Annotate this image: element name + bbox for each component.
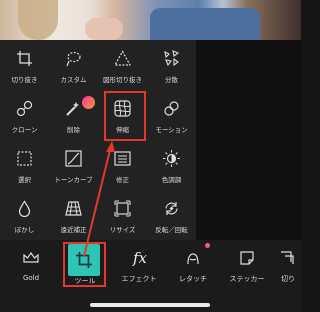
tool-shape-crop[interactable]: 図形切り抜き [98,44,147,94]
photo-hand [85,18,123,40]
new-badge-dot [205,243,210,248]
tool-blur[interactable]: ぼかし [0,194,49,244]
tool-label: 反転／回転 [155,226,188,234]
toolbar-label: レタッチ [179,275,207,283]
select-icon [17,151,32,166]
motion-icon [164,101,179,116]
flip-rotate-icon [165,202,178,215]
toolbar-effects[interactable]: fx エフェクト [111,240,167,292]
tool-scatter[interactable]: 分散 [147,44,196,94]
triangle-icon [113,50,132,66]
tool-tone[interactable]: 色調調 [147,144,196,194]
toolbar-gold[interactable]: Gold [3,240,59,292]
tool-label: 分散 [165,76,178,84]
eraser-icon [66,102,79,116]
toolbar-label: ステッカー [229,275,265,283]
premium-badge [82,96,95,109]
photo-hair [18,0,58,40]
adjust-icon [114,151,131,166]
tone-icon [163,150,180,167]
tool-crop[interactable]: 切り抜き [0,44,49,94]
retouch-icon [187,253,199,265]
tool-resize[interactable]: リサイズ [98,194,147,244]
tool-perspective[interactable]: 遠近補正 [49,194,98,244]
tool-select[interactable]: 選択 [0,144,49,194]
scatter-icon [164,50,180,67]
tool-custom[interactable]: カスタム [49,44,98,94]
toolbar-cutout[interactable]: 切り [273,240,301,292]
crown-icon [23,251,39,263]
crop-icon [17,51,32,66]
sticker-icon [240,251,254,265]
toolbar-label: 切り [281,275,295,283]
tool-remove[interactable]: 削除 [49,94,98,144]
canvas-dark-area [196,40,301,240]
curves-icon [65,150,82,167]
stretch-highlight-box [104,91,146,141]
toolbar-sticker[interactable]: ステッカー [219,240,275,292]
perspective-icon [65,201,82,216]
toolbar-label: エフェクト [121,275,157,283]
cutout-icon [281,251,294,264]
toolbar-retouch[interactable]: レタッチ [165,240,221,292]
fx-icon: fx [132,249,147,267]
tool-label: モーション [155,126,188,134]
tool-clone[interactable]: クローン [0,94,49,144]
tools-panel: 切り抜き カスタム 図形切り抜き 分散 クローン 削除 伸縮 モーション 選択 … [0,40,196,240]
resize-icon [114,200,131,217]
photo-denim [150,8,260,40]
lasso-icon [66,51,81,67]
tool-flip-rotate[interactable]: 反転／回転 [147,194,196,244]
home-indicator [90,303,210,307]
toolbar-label: Gold [22,274,40,282]
tool-label: 色調調 [161,176,182,184]
tool-adjust[interactable]: 修正 [98,144,147,194]
bottom-toolbar: Gold ツール fx エフェクト レタッチ ステッカー 切り [0,240,301,312]
clone-icon [16,100,33,117]
tools-highlight-box [63,242,106,287]
drop-icon [18,200,31,218]
tool-motion[interactable]: モーション [147,94,196,144]
tool-tone-curve[interactable]: トーンカーブ [49,144,98,194]
photo-preview [0,0,301,40]
